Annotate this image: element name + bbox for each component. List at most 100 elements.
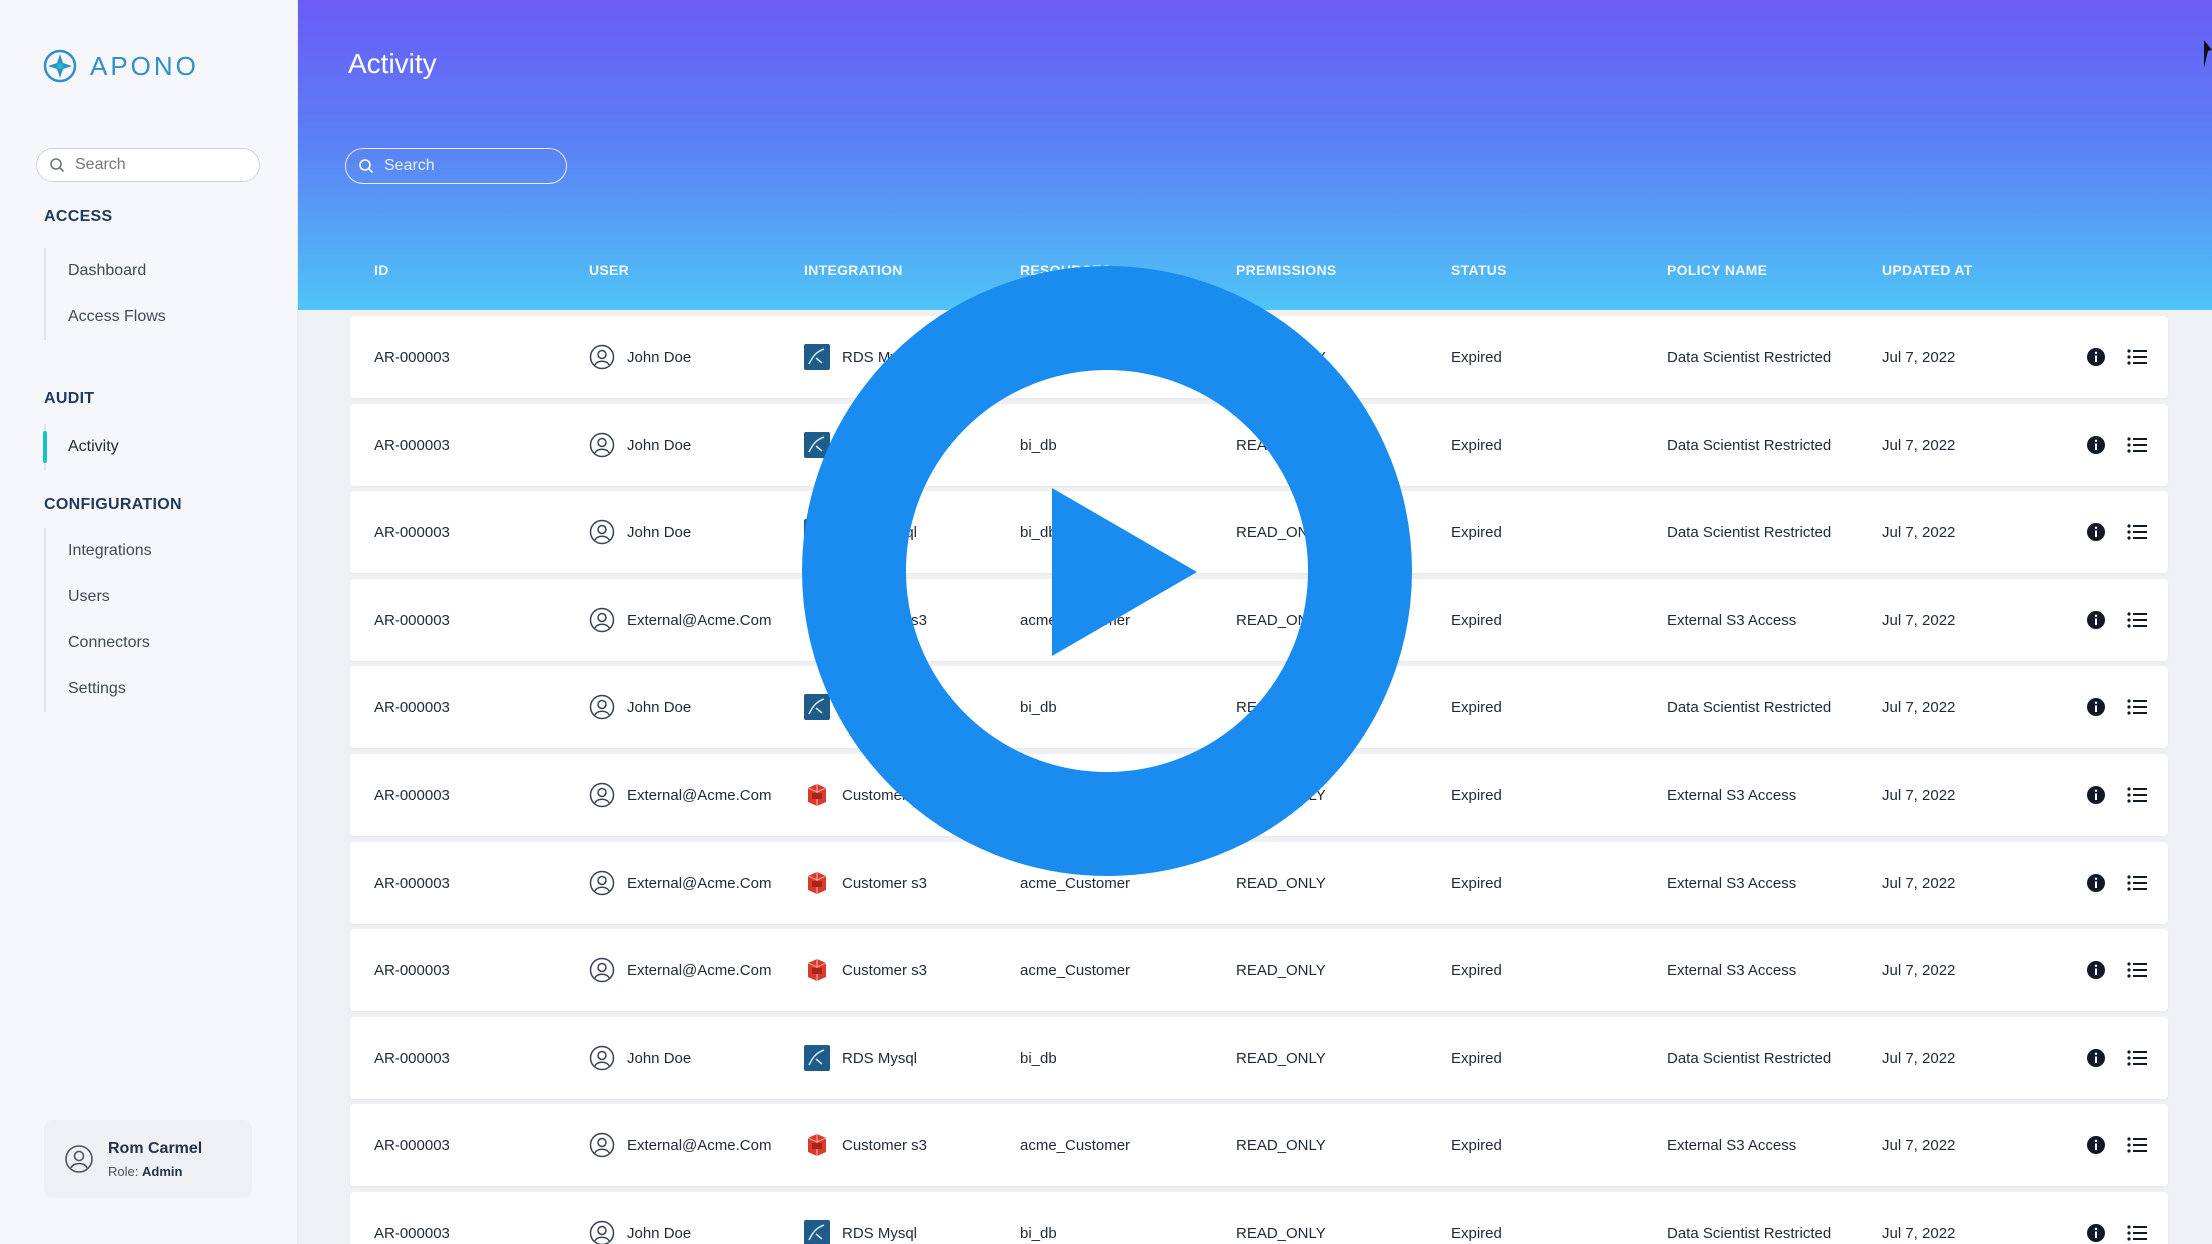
cell-user: John Doe [589,491,691,573]
sidebar-item-access-flows[interactable]: Access Flows [46,294,166,340]
cell-updated-at-text: Jul 7, 2022 [1882,698,1956,716]
sidebar-item-dashboard[interactable]: Dashboard [46,248,166,294]
cell-user: John Doe [589,1017,691,1099]
details-list-icon[interactable] [2125,871,2149,895]
cell-id: AR-000003 [374,1104,450,1186]
nav-group-audit: Activity [43,424,119,470]
column-header-updated-at[interactable]: UPDATED AT [1882,262,1973,278]
details-list-icon[interactable] [2125,345,2149,369]
page-title: Activity [348,48,437,79]
mysql-icon [804,1220,830,1244]
cell-id: AR-000003 [374,1192,450,1244]
cell-user-text: John Doe [627,1224,692,1242]
cell-policy-text: Data Scientist Restricted [1667,348,1832,366]
avatar-icon [65,1145,93,1173]
cell-policy-text: External S3 Access [1667,611,1797,629]
info-icon[interactable] [2084,1221,2108,1244]
activity-search-input[interactable] [384,157,544,175]
user-avatar-icon [589,694,615,720]
details-list-icon[interactable] [2125,1046,2149,1070]
info-icon[interactable] [2084,958,2108,982]
table-row[interactable]: AR-000003 External@Acme.Com Customer s3 acm… [350,1104,2168,1186]
cell-updated-at-text: Jul 7, 2022 [1882,1049,1956,1067]
cell-integration: RDS Mysql [804,1017,917,1099]
cell-user: John Doe [589,666,691,748]
cell-user-text: External@Acme.Com [627,1136,772,1154]
cell-status-text: Expired [1451,786,1502,804]
cell-policy: External S3 Access [1667,1104,1796,1186]
cell-updated-at: Jul 7, 2022 [1882,579,1955,661]
cell-updated-at-text: Jul 7, 2022 [1882,611,1956,629]
cell-id: AR-000003 [374,754,450,836]
info-icon[interactable] [2084,520,2108,544]
cell-status-text: Expired [1451,1049,1502,1067]
details-list-icon[interactable] [2125,433,2149,457]
details-list-icon[interactable] [2125,695,2149,719]
info-icon[interactable] [2084,783,2108,807]
info-icon[interactable] [2084,1133,2108,1157]
details-list-icon[interactable] [2125,1133,2149,1157]
details-list-icon[interactable] [2125,958,2149,982]
current-user-card[interactable]: Rom Carmel Role: Admin [44,1120,252,1198]
info-icon[interactable] [2084,345,2108,369]
sidebar-item-activity[interactable]: Activity [43,424,119,470]
mysql-icon [804,1045,830,1071]
cell-integration: Customer s3 [804,929,927,1011]
cell-user: John Doe [589,1192,691,1244]
sidebar-item-users[interactable]: Users [46,574,152,620]
cell-permission: READ_ONLY [1236,1192,1326,1244]
sidebar-search-input[interactable] [75,156,235,174]
logo[interactable]: APONO [42,48,199,84]
info-icon[interactable] [2084,433,2108,457]
user-role-label: Role: [108,1163,139,1179]
cell-user: External@Acme.Com [589,1104,771,1186]
info-icon[interactable] [2084,608,2108,632]
cell-id: AR-000003 [374,929,450,1011]
cell-user-text: John Doe [627,523,692,541]
cell-user-text: John Doe [627,436,692,454]
table-row[interactable]: AR-000003 John Doe RDS Mysql bi_db READ_ONLY… [350,1017,2168,1099]
info-icon[interactable] [2084,871,2108,895]
cell-user-text: External@Acme.Com [627,611,772,629]
cell-status: Expired [1451,1017,1502,1099]
cell-id-text: AR-000003 [374,1049,450,1067]
cell-status: Expired [1451,1104,1502,1186]
info-icon[interactable] [2084,695,2108,719]
user-avatar-icon [589,870,615,896]
cell-id: AR-000003 [374,666,450,748]
column-header-id[interactable]: ID [374,262,389,278]
cell-status-text: Expired [1451,874,1502,892]
sidebar-item-connectors[interactable]: Connectors [46,620,152,666]
cell-status-text: Expired [1451,1224,1502,1242]
cell-status: Expired [1451,404,1502,486]
apono-logo-icon [43,49,77,83]
cell-updated-at-text: Jul 7, 2022 [1882,786,1956,804]
sidebar-search[interactable] [36,148,260,182]
cell-policy-text: External S3 Access [1667,874,1797,892]
cell-policy-text: Data Scientist Restricted [1667,698,1832,716]
sidebar-item-settings[interactable]: Settings [46,666,152,712]
table-row[interactable]: AR-000003 John Doe RDS Mysql bi_db READ_ONLY… [350,1192,2168,1244]
details-list-icon[interactable] [2125,1221,2149,1244]
info-icon[interactable] [2084,1046,2108,1070]
cell-status: Expired [1451,491,1502,573]
column-header-user[interactable]: USER [589,262,629,278]
details-list-icon[interactable] [2125,608,2149,632]
column-header-policy-name[interactable]: POLICY NAME [1667,262,1767,278]
cell-policy: Data Scientist Restricted [1667,1017,1831,1099]
cell-status: Expired [1451,579,1502,661]
cell-id: AR-000003 [374,404,450,486]
play-button-icon[interactable] [802,266,1412,876]
cell-policy-text: Data Scientist Restricted [1667,1224,1832,1242]
cell-integration: RDS Mysql [804,1192,917,1244]
activity-search[interactable] [345,148,567,184]
user-avatar-icon [589,344,615,370]
column-header-status[interactable]: STATUS [1451,262,1507,278]
details-list-icon[interactable] [2125,783,2149,807]
sidebar-item-integrations[interactable]: Integrations [46,528,152,574]
cell-integration-text: RDS Mysql [842,1049,918,1067]
cell-status: Expired [1451,929,1502,1011]
cell-resource: bi_db [1020,1192,1057,1244]
details-list-icon[interactable] [2125,520,2149,544]
table-row[interactable]: AR-000003 External@Acme.Com Customer s3 acm… [350,929,2168,1011]
